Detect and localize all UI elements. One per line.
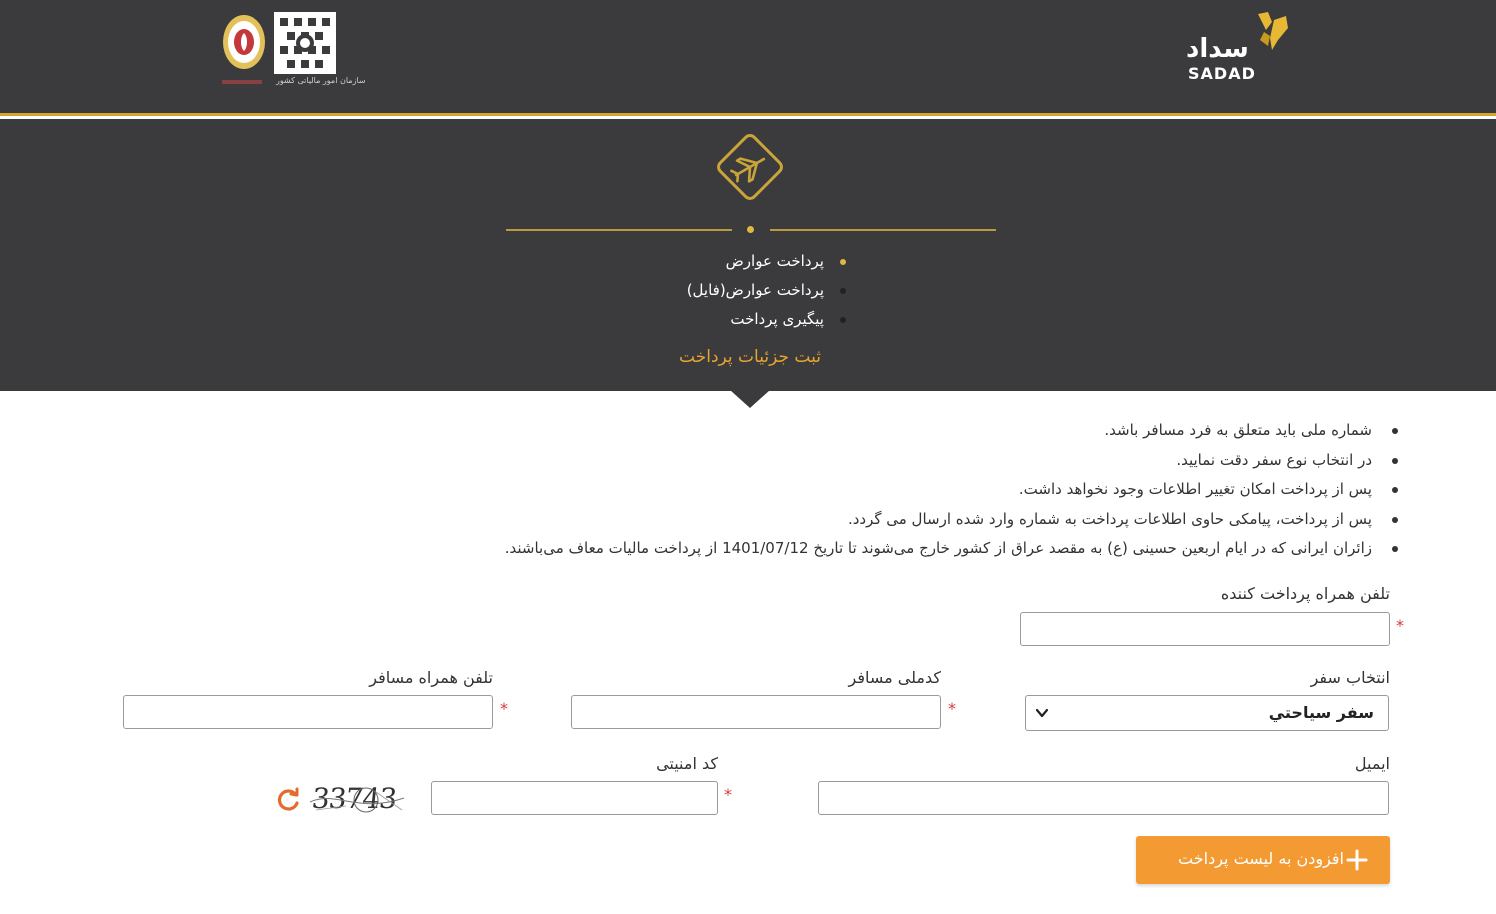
bank-caption-strip xyxy=(222,80,262,84)
tax-organization-emblem-icon xyxy=(274,12,336,74)
hero-divider-dot xyxy=(747,226,754,233)
plus-icon xyxy=(1346,849,1368,871)
trip-type-selected-value: سفر سیاحتي xyxy=(1268,703,1374,722)
brand-name-fa: سداد xyxy=(1186,34,1249,64)
menu-item-pay-tolls-file[interactable]: پرداخت عوارض(فایل) xyxy=(600,276,850,305)
security-code-label: کد امنیتی xyxy=(656,754,718,773)
captcha-image: 33743 xyxy=(306,780,408,820)
passenger-phone-input[interactable] xyxy=(123,695,493,729)
hero-divider-left xyxy=(506,229,732,231)
security-code-input[interactable] xyxy=(431,781,718,815)
refresh-captcha-icon[interactable] xyxy=(274,786,302,814)
captcha-noise xyxy=(309,787,405,813)
note-item: شماره ملی باید متعلق به فرد مسافر باشد. xyxy=(298,416,1398,446)
required-marker: * xyxy=(724,785,732,804)
add-button-label: افزودن به لیست پرداخت xyxy=(1178,849,1344,868)
menu-item-pay-tolls[interactable]: پرداخت عوارض xyxy=(600,247,850,276)
required-marker: * xyxy=(1396,616,1404,635)
email-input[interactable] xyxy=(818,781,1389,815)
note-item: در انتخاب نوع سفر دقت نمایید. xyxy=(298,446,1398,476)
brand-name-en: SADAD xyxy=(1188,64,1256,83)
note-item: پس از پرداخت امکان تغییر اطلاعات وجود نخ… xyxy=(298,475,1398,505)
national-code-label: کدملی مسافر xyxy=(848,668,942,687)
top-header-bar: سداد SADAD سازمان امور مالیاتی کشور xyxy=(0,0,1496,116)
tax-organization-caption: سازمان امور مالیاتی کشور xyxy=(276,76,366,85)
partner-logos: سازمان امور مالیاتی کشور xyxy=(218,10,366,92)
payer-phone-label: تلفن همراه پرداخت کننده xyxy=(1220,584,1390,603)
note-item: زائران ایرانی که در ایام اربعین حسینی (ع… xyxy=(298,534,1398,564)
menu-item-track-payment[interactable]: پیگیری پرداخت xyxy=(600,305,850,334)
trip-type-select[interactable]: سفر سیاحتي xyxy=(1025,695,1389,731)
airplane-icon xyxy=(717,134,783,200)
hero-divider-right xyxy=(770,229,996,231)
sadad-logo[interactable]: سداد SADAD xyxy=(1180,8,1290,88)
notes-list: شماره ملی باید متعلق به فرد مسافر باشد. … xyxy=(298,416,1398,564)
required-marker: * xyxy=(948,699,956,718)
payer-phone-input[interactable] xyxy=(1020,612,1390,646)
sadad-mark-icon xyxy=(1258,12,1288,50)
note-item: پس از پرداخت، پیامکی حاوی اطلاعات پرداخت… xyxy=(298,505,1398,535)
bank-emblem-icon xyxy=(223,15,265,69)
service-menu: پرداخت عوارض پرداخت عوارض(فایل) پیگیری پ… xyxy=(600,247,850,334)
chevron-down-icon xyxy=(1035,708,1049,718)
passenger-phone-label: تلفن همراه مسافر xyxy=(369,668,493,687)
hero-section: پرداخت عوارض پرداخت عوارض(فایل) پیگیری پ… xyxy=(0,119,1496,408)
national-code-input[interactable] xyxy=(571,695,941,729)
section-title: ثبت جزئیات پرداخت xyxy=(679,347,821,367)
email-label: ایمیل xyxy=(1354,754,1390,773)
hero-pointer xyxy=(730,390,770,408)
add-to-payment-list-button[interactable]: افزودن به لیست پرداخت xyxy=(1136,836,1390,884)
trip-type-label: انتخاب سفر xyxy=(1310,668,1390,687)
required-marker: * xyxy=(500,699,508,718)
